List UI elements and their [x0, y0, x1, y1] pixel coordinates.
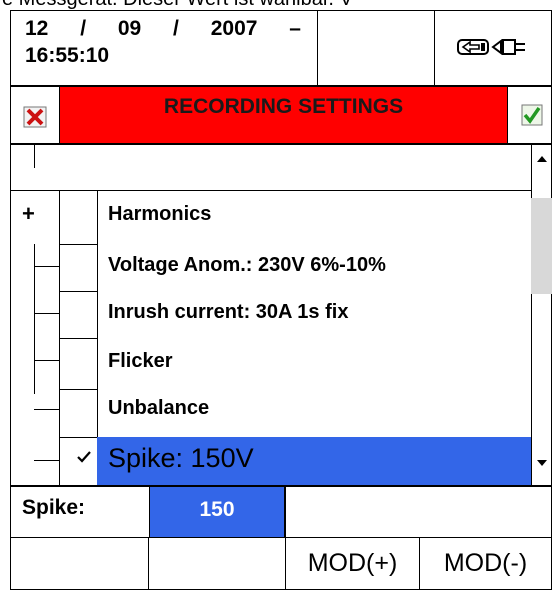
tree-cell-divider [59, 389, 97, 390]
function-key-2[interactable] [148, 537, 286, 590]
cancel-button[interactable] [10, 86, 60, 144]
background-document-text: e Messgerät. Dieser Wert ist wählbar. V [0, 0, 552, 10]
power-status-cell [434, 10, 552, 86]
function-key-1[interactable] [10, 537, 149, 590]
tree-cell-divider [59, 291, 97, 292]
page-title: RECORDING SETTINGS [59, 86, 508, 144]
tree-scrollbar[interactable] [531, 144, 552, 486]
tree-connector [34, 266, 59, 267]
scroll-up-arrow-icon[interactable] [535, 154, 549, 164]
tree-connector [34, 313, 59, 314]
tree-connector [34, 144, 35, 168]
expand-toggle[interactable]: + [22, 201, 35, 227]
tree-item-flicker[interactable]: Flicker [108, 350, 172, 373]
parameter-divider [285, 486, 286, 538]
time-label: 16:55:10 [25, 44, 110, 67]
header-empty-cell [317, 10, 435, 86]
checkmark-icon[interactable] [76, 450, 92, 464]
parameter-label: Spike: [22, 496, 86, 519]
tree-item-spike-label: Spike: 150V [108, 443, 254, 473]
tree-item-unbalance[interactable]: Unbalance [108, 397, 209, 420]
tree-cell-divider [59, 338, 97, 339]
date-label: 12 / 09 / 2007 – [25, 17, 301, 40]
tree-cell-divider [59, 437, 97, 438]
tree-connector [34, 460, 59, 461]
tree-connector [34, 409, 59, 410]
confirm-button[interactable] [507, 86, 552, 144]
tree-item-voltage-anomalies[interactable]: Voltage Anom.: 230V 6%-10% [108, 254, 386, 277]
mod-plus-button[interactable]: MOD(+) [285, 537, 420, 590]
mod-minus-button[interactable]: MOD(-) [419, 537, 552, 590]
cancel-x-icon [23, 106, 47, 128]
scroll-down-arrow-icon[interactable] [535, 458, 549, 468]
parameter-value-field[interactable]: 150 [149, 486, 285, 538]
tree-cell-divider [59, 244, 97, 245]
confirm-check-icon [521, 104, 543, 126]
power-connector-icon [457, 39, 525, 55]
scrollbar-thumb[interactable] [531, 198, 552, 294]
tree-connector [34, 360, 59, 361]
tree-item-harmonics[interactable]: Harmonics [108, 203, 211, 226]
tree-item-inrush-current[interactable]: Inrush current: 30A 1s fix [108, 301, 348, 324]
tree-top-divider [10, 190, 532, 191]
date-time-display: 12 / 09 / 2007 – 16:55:10 [10, 10, 318, 86]
